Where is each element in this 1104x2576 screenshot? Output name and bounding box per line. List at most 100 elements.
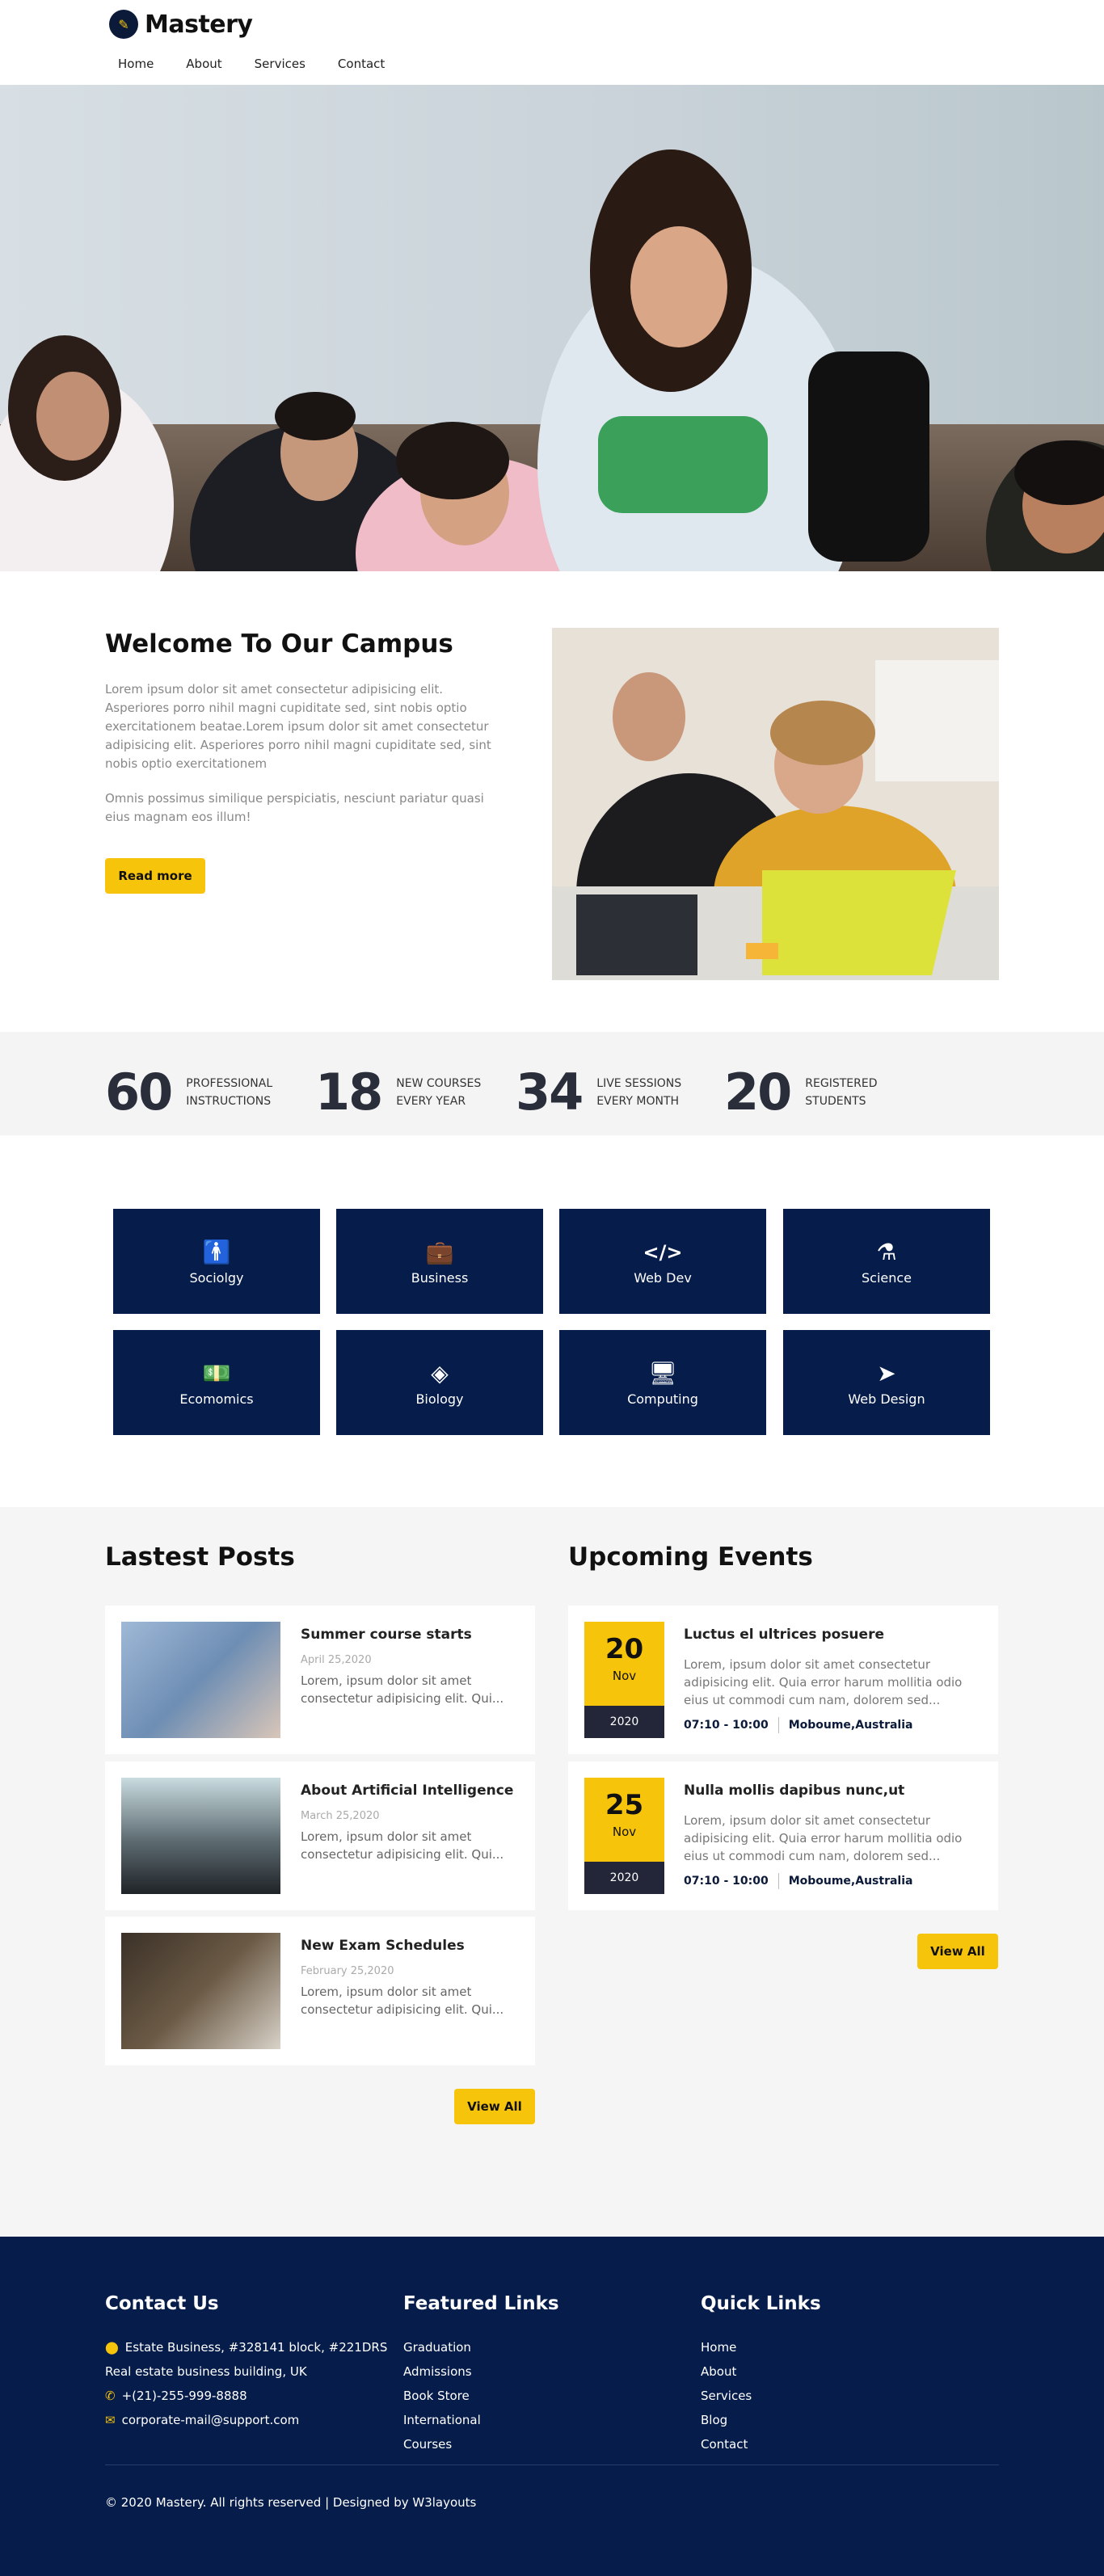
- quick-link[interactable]: About: [701, 2364, 736, 2379]
- category-computing[interactable]: 🖥 Computing: [559, 1330, 766, 1435]
- event-excerpt: Lorem, ipsum dolor sit amet consectetur …: [684, 1813, 963, 1863]
- event-meta: 07:10 - 10:00 Moboume,Australia: [684, 1873, 912, 1889]
- post-card[interactable]: About Artificial Intelligence March 25,2…: [105, 1762, 535, 1910]
- stat-number: 20: [724, 1063, 792, 1122]
- event-card[interactable]: 25 Nov 2020 Nulla mollis dapibus nunc,ut…: [568, 1762, 998, 1910]
- stat-label: New Courses Every Year: [396, 1075, 481, 1110]
- events-view-all-button[interactable]: View All: [917, 1934, 998, 1969]
- post-thumbnail: [121, 1933, 280, 2049]
- featured-link[interactable]: Courses: [403, 2437, 452, 2452]
- stat-number: 18: [315, 1063, 383, 1122]
- stat-label-line2: Students: [805, 1094, 866, 1108]
- footer-address-line2: Real estate business building, UK: [105, 2364, 307, 2379]
- categories-section: 🚹 Sociolgy 💼 Business </> Web Dev ⚗ Scie…: [0, 1135, 1104, 1507]
- welcome-title: Welcome To Our Campus: [105, 629, 453, 659]
- nav-services[interactable]: Services: [242, 53, 318, 74]
- logo[interactable]: ✎ Mastery: [109, 10, 253, 39]
- post-title[interactable]: New Exam Schedules: [301, 1938, 465, 1954]
- category-web-design[interactable]: ➤ Web Design: [783, 1330, 990, 1435]
- category-label: Ecomomics: [179, 1391, 254, 1407]
- featured-link[interactable]: Book Store: [403, 2389, 470, 2403]
- category-biology[interactable]: ◈ Biology: [336, 1330, 543, 1435]
- category-economics[interactable]: 💵 Ecomomics: [113, 1330, 320, 1435]
- event-year: 2020: [584, 1706, 664, 1738]
- event-place: Moboume,Australia: [788, 1719, 913, 1732]
- post-card[interactable]: New Exam Schedules February 25,2020 Lore…: [105, 1917, 535, 2065]
- nav-home[interactable]: Home: [105, 53, 166, 74]
- quick-link[interactable]: Contact: [701, 2437, 748, 2452]
- category-science[interactable]: ⚗ Science: [783, 1209, 990, 1314]
- posts-view-all-button[interactable]: View All: [454, 2089, 535, 2124]
- stat-item: 20 Registered Students: [724, 1063, 877, 1122]
- read-more-button[interactable]: Read more: [105, 858, 205, 894]
- category-sociology[interactable]: 🚹 Sociolgy: [113, 1209, 320, 1314]
- event-card[interactable]: 20 Nov 2020 Luctus el ultrices posuere L…: [568, 1606, 998, 1754]
- envelope-icon: ✉: [105, 2413, 116, 2427]
- stat-number: 34: [516, 1063, 584, 1122]
- code-icon: </>: [643, 1240, 683, 1264]
- stat-label: Registered Students: [805, 1075, 877, 1110]
- featured-link[interactable]: Graduation: [403, 2340, 471, 2355]
- event-date-box: 25 Nov 2020: [584, 1778, 664, 1894]
- post-excerpt: Lorem, ipsum dolor sit amet consectetur …: [301, 1673, 504, 1706]
- category-business[interactable]: 💼 Business: [336, 1209, 543, 1314]
- category-label: Web Design: [848, 1391, 925, 1407]
- nav-contact[interactable]: Contact: [325, 53, 398, 74]
- money-icon: 💵: [202, 1359, 231, 1387]
- welcome-section: Welcome To Our Campus Lorem ipsum dolor …: [0, 571, 1104, 1032]
- campus-photo: [552, 628, 999, 980]
- hero-image: [0, 85, 1104, 571]
- quick-link[interactable]: Home: [701, 2340, 736, 2355]
- footer-phone-text: +(21)-255-999-8888: [121, 2389, 247, 2403]
- stat-label: Live Sessions Every Month: [596, 1075, 681, 1110]
- footer-quick-heading: Quick Links: [701, 2293, 821, 2314]
- logo-text: Mastery: [145, 10, 253, 39]
- stat-label-line1: Registered: [805, 1076, 878, 1090]
- site-footer: Contact Us ⬤ Estate Business, #328141 blo…: [0, 2237, 1104, 2576]
- main-nav: Home About Services Contact: [105, 53, 404, 74]
- category-label: Web Dev: [634, 1269, 692, 1286]
- site-header: ✎ Mastery Home About Services Contact: [0, 0, 1104, 85]
- meta-divider: [777, 1873, 779, 1889]
- campus-photo-illustration: [552, 628, 999, 980]
- meta-divider: [777, 1717, 779, 1733]
- event-excerpt: Lorem, ipsum dolor sit amet consectetur …: [684, 1657, 963, 1707]
- stat-label-line1: Live Sessions: [596, 1076, 682, 1090]
- quick-link[interactable]: Services: [701, 2389, 752, 2403]
- event-title[interactable]: Nulla mollis dapibus nunc,ut: [684, 1783, 904, 1799]
- stat-label-line2: Every Year: [396, 1094, 466, 1108]
- quick-link[interactable]: Blog: [701, 2413, 727, 2427]
- post-date: March 25,2020: [301, 1810, 380, 1822]
- footer-phone[interactable]: ✆ +(21)-255-999-8888: [105, 2389, 247, 2403]
- event-year: 2020: [584, 1862, 664, 1894]
- post-title[interactable]: About Artificial Intelligence: [301, 1783, 513, 1799]
- post-excerpt: Lorem, ipsum dolor sit amet consectetur …: [301, 1985, 504, 2017]
- location-pin-icon: ⬤: [105, 2340, 119, 2355]
- stat-label-line2: Every Month: [596, 1094, 680, 1108]
- category-label: Business: [411, 1269, 469, 1286]
- post-card[interactable]: Summer course starts April 25,2020 Lorem…: [105, 1606, 535, 1754]
- stat-label-line1: Professional: [186, 1076, 273, 1090]
- category-web-dev[interactable]: </> Web Dev: [559, 1209, 766, 1314]
- post-date: February 25,2020: [301, 1965, 394, 1977]
- footer-divider: [105, 2464, 999, 2465]
- hero-illustration: [0, 149, 1104, 571]
- footer-featured-heading: Featured Links: [403, 2293, 559, 2314]
- event-month: Nov: [612, 1669, 637, 1683]
- footer-address: ⬤ Estate Business, #328141 block, #221DRS: [105, 2340, 387, 2355]
- event-meta: 07:10 - 10:00 Moboume,Australia: [684, 1717, 913, 1733]
- featured-link[interactable]: Admissions: [403, 2364, 472, 2379]
- post-excerpt: Lorem, ipsum dolor sit amet consectetur …: [301, 1829, 504, 1862]
- post-title[interactable]: Summer course starts: [301, 1627, 472, 1643]
- footer-email[interactable]: ✉ corporate-mail@support.com: [105, 2413, 299, 2427]
- featured-link[interactable]: International: [403, 2413, 481, 2427]
- event-day: 20: [605, 1633, 644, 1665]
- post-thumbnail: [121, 1778, 280, 1894]
- nav-about[interactable]: About: [173, 53, 234, 74]
- footer-contact-heading: Contact Us: [105, 2293, 219, 2314]
- footer-address-line1: Estate Business, #328141 block, #221DRS: [124, 2340, 388, 2355]
- category-label: Computing: [627, 1391, 698, 1407]
- stat-label-line2: Instructions: [186, 1094, 272, 1108]
- event-title[interactable]: Luctus el ultrices posuere: [684, 1627, 884, 1643]
- category-label: Science: [861, 1269, 912, 1286]
